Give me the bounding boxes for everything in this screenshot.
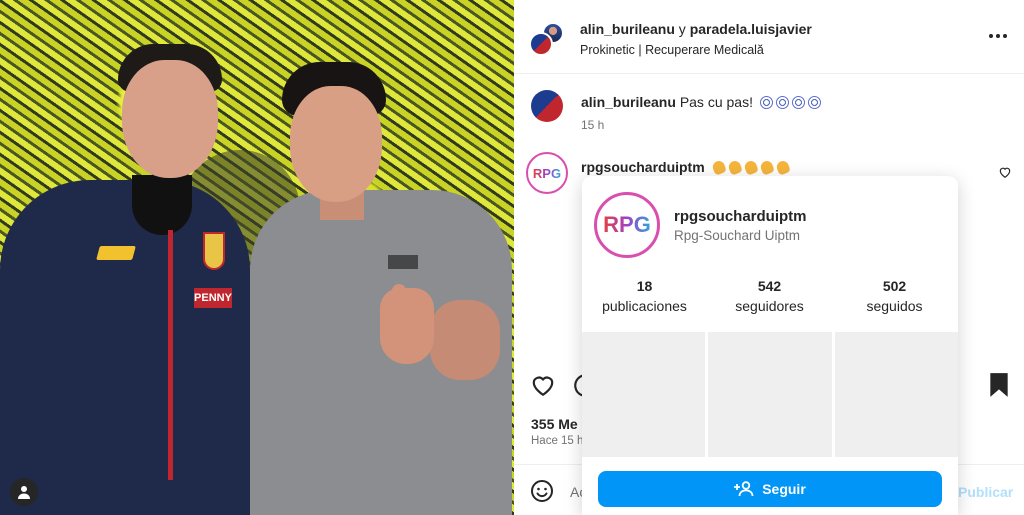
stat-label: seguidores xyxy=(735,298,804,314)
thumbs-up-hand xyxy=(380,288,434,364)
publish-button[interactable]: Publicar xyxy=(958,484,1013,500)
dot-icon xyxy=(1003,34,1007,38)
profile-hovercard: RPG rpgsoucharduiptm Rpg-Souchard Uiptm … xyxy=(582,176,958,515)
post-thumbnail[interactable] xyxy=(582,332,706,457)
follow-button[interactable]: Seguir xyxy=(598,471,942,507)
tagged-users-button[interactable] xyxy=(10,478,38,506)
comment-avatar[interactable]: RPG xyxy=(526,152,568,194)
clapping-hands-icon xyxy=(758,159,775,176)
soccer-ball-icon xyxy=(759,96,773,109)
caption-username[interactable]: alin_burileanu xyxy=(581,94,676,110)
dot-icon xyxy=(996,34,1000,38)
stat-following[interactable]: 502 seguidos xyxy=(832,278,957,314)
stat-label: seguidos xyxy=(866,298,923,314)
avatar-alin[interactable] xyxy=(529,32,553,56)
caption-timestamp: 15 h xyxy=(581,118,605,132)
comment: rpgsoucharduiptm xyxy=(581,159,791,176)
recent-posts-grid xyxy=(582,332,958,457)
caption-text: Pas cu pas! xyxy=(679,94,753,110)
post-authors: alin_burileanu y paradela.luisjavier xyxy=(580,21,812,37)
likes-count[interactable]: 355 Me xyxy=(531,416,578,432)
brand-logo xyxy=(96,246,136,260)
authors-joiner: y xyxy=(674,21,690,37)
post-thumbnail[interactable] xyxy=(708,332,832,457)
hovercard-avatar-text: RPG xyxy=(603,212,651,237)
clapping-hands-icon xyxy=(774,159,791,176)
clapping-hands-icon xyxy=(726,159,743,176)
comment-username[interactable]: rpgsoucharduiptm xyxy=(581,159,705,175)
follow-label: Seguir xyxy=(762,481,806,497)
thumb xyxy=(392,284,406,318)
hovercard-avatar[interactable]: RPG xyxy=(594,192,660,258)
more-options-button[interactable] xyxy=(988,26,1008,46)
caption-avatar[interactable] xyxy=(531,90,563,122)
add-person-icon xyxy=(734,481,754,497)
hovercard-full-name: Rpg-Souchard Uiptm xyxy=(674,228,801,243)
person-icon xyxy=(18,486,30,499)
team-crest xyxy=(203,232,225,270)
hovercard-username[interactable]: rpgsoucharduiptm xyxy=(674,208,807,225)
soccer-ball-icon xyxy=(807,96,821,109)
stat-followers[interactable]: 542 seguidores xyxy=(707,278,832,314)
shirt-logo xyxy=(388,255,418,269)
author-link-paradela[interactable]: paradela.luisjavier xyxy=(690,21,812,37)
soccer-ball-icon xyxy=(791,96,805,109)
post-header: alin_burileanu y paradela.luisjavier Pro… xyxy=(514,0,1024,74)
posted-time: Hace 15 h xyxy=(531,435,584,447)
bookmark-icon[interactable] xyxy=(988,372,1010,398)
sponsor-badge: PENNY xyxy=(194,288,232,308)
jacket-zip xyxy=(168,230,173,480)
comment-avatar-text: RPG xyxy=(532,165,562,181)
clapping-hands-icon xyxy=(710,159,727,176)
clapping-hands-icon xyxy=(742,159,759,176)
author-link-alin[interactable]: alin_burileanu xyxy=(580,21,675,37)
dot-icon xyxy=(989,34,993,38)
soccer-ball-icon xyxy=(775,96,789,109)
tattooed-arm xyxy=(430,300,500,380)
face xyxy=(290,86,382,202)
post-caption: alin_burileanu Pas cu pas! xyxy=(581,94,821,110)
jacket-collar xyxy=(132,175,192,235)
stat-number: 502 xyxy=(882,278,907,294)
jacket xyxy=(0,180,250,515)
face xyxy=(122,60,218,178)
stat-number: 542 xyxy=(757,278,782,294)
comment-like-heart-icon[interactable] xyxy=(998,165,1012,179)
stat-number: 18 xyxy=(636,278,653,294)
location-link[interactable]: Prokinetic | Recuperare Medicală xyxy=(580,43,764,57)
emoji-smiley-icon[interactable] xyxy=(530,479,554,503)
stat-label: publicaciones xyxy=(602,298,687,314)
post-photo[interactable]: PENNY xyxy=(0,0,514,515)
post-thumbnail[interactable] xyxy=(834,332,958,457)
stat-posts: 18 publicaciones xyxy=(582,278,707,314)
like-heart-icon[interactable] xyxy=(530,372,556,398)
